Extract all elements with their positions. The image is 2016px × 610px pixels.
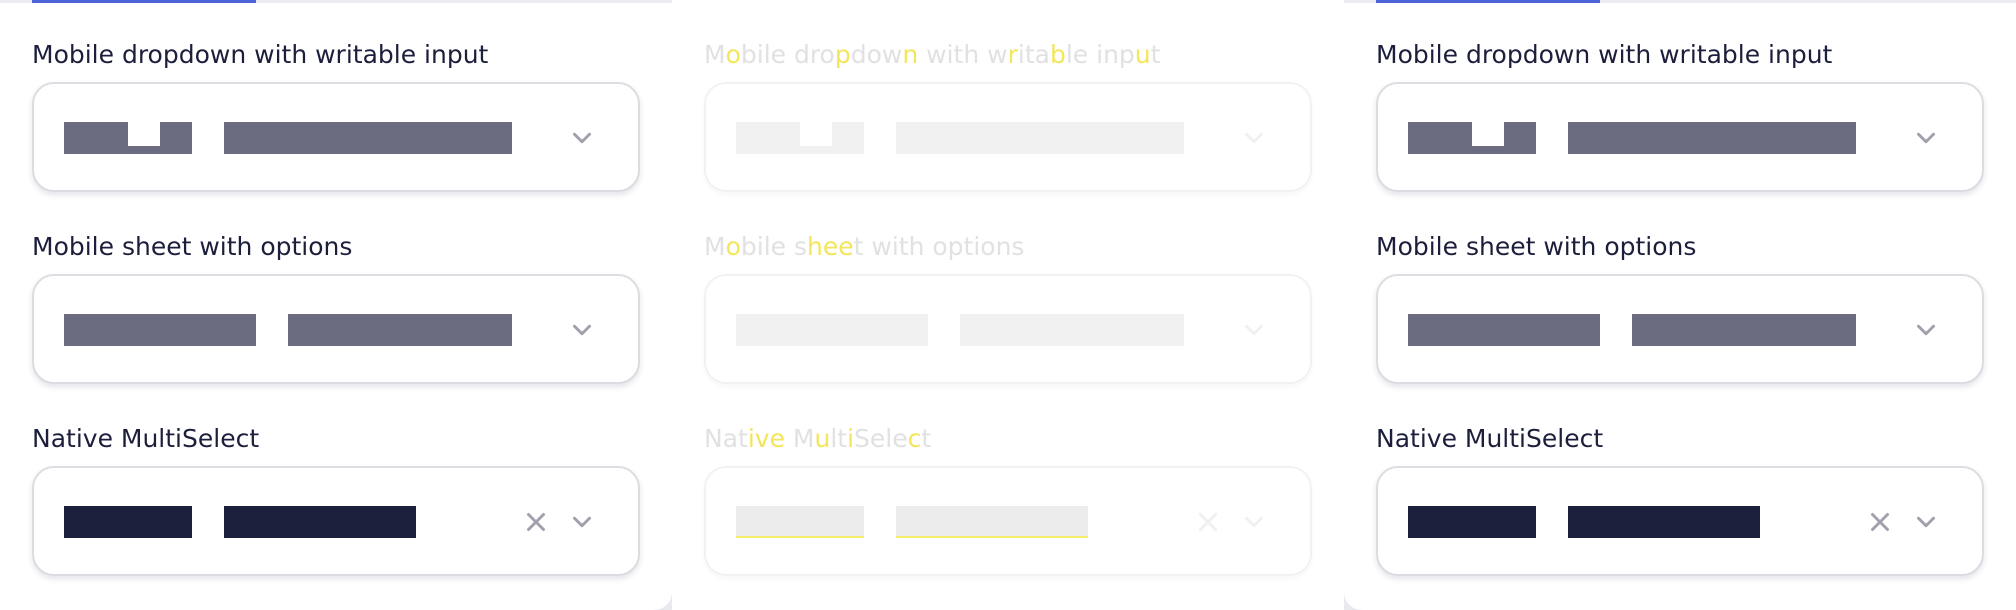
selected-tag[interactable] xyxy=(736,122,864,154)
selected-tag[interactable] xyxy=(1408,314,1600,346)
close-icon[interactable] xyxy=(1190,504,1226,540)
selected-tag[interactable] xyxy=(64,314,256,346)
native-multiselect-label: Native MultiSelect xyxy=(1376,424,1604,453)
native-multiselect[interactable] xyxy=(1376,466,1984,576)
mobile-sheet-select[interactable] xyxy=(32,274,640,384)
selected-tag[interactable] xyxy=(736,506,864,538)
native-multiselect[interactable] xyxy=(32,466,640,576)
panel-right: Mobile dropdown with writable input Mobi… xyxy=(1344,0,2016,610)
panel-middle-faded: Mobile dropdown with writable input Mobi… xyxy=(672,0,1344,610)
tab-indicator-track xyxy=(1344,0,2016,3)
mobile-sheet-label: Mobile sheet with options xyxy=(32,232,353,261)
mobile-sheet-select[interactable] xyxy=(1376,274,1984,384)
selected-tag[interactable] xyxy=(224,506,416,538)
selected-tag[interactable] xyxy=(1632,314,1856,346)
writable-dropdown[interactable] xyxy=(704,82,1312,192)
chevron-down-icon[interactable] xyxy=(1236,120,1272,156)
chevron-down-icon[interactable] xyxy=(564,120,600,156)
selected-tag[interactable] xyxy=(896,122,1184,154)
active-tab-indicator xyxy=(32,0,256,3)
writable-dropdown[interactable] xyxy=(32,82,640,192)
selected-tag[interactable] xyxy=(288,314,512,346)
selected-tag[interactable] xyxy=(896,506,1088,538)
chevron-down-icon[interactable] xyxy=(1908,312,1944,348)
selected-tag[interactable] xyxy=(1408,506,1536,538)
selected-tag[interactable] xyxy=(64,122,192,154)
selected-tag[interactable] xyxy=(736,314,928,346)
writable-dropdown-label: Mobile dropdown with writable input xyxy=(1376,40,1833,69)
tab-indicator-track xyxy=(0,0,672,3)
chevron-down-icon[interactable] xyxy=(1908,504,1944,540)
chevron-down-icon[interactable] xyxy=(564,504,600,540)
writable-dropdown[interactable] xyxy=(1376,82,1984,192)
active-tab-indicator xyxy=(1376,0,1600,3)
selected-tag[interactable] xyxy=(224,122,512,154)
native-multiselect[interactable] xyxy=(704,466,1312,576)
native-multiselect-label: Native MultiSelect xyxy=(704,424,932,453)
selected-tag[interactable] xyxy=(1568,506,1760,538)
close-icon[interactable] xyxy=(518,504,554,540)
native-multiselect-label: Native MultiSelect xyxy=(32,424,260,453)
mobile-sheet-label: Mobile sheet with options xyxy=(1376,232,1697,261)
selected-tag[interactable] xyxy=(64,506,192,538)
selected-tag[interactable] xyxy=(1568,122,1856,154)
writable-dropdown-label: Mobile dropdown with writable input xyxy=(32,40,489,69)
chevron-down-icon[interactable] xyxy=(564,312,600,348)
writable-dropdown-label: Mobile dropdown with writable input xyxy=(704,40,1161,69)
close-icon[interactable] xyxy=(1862,504,1898,540)
panel-left: Mobile dropdown with writable input Mobi… xyxy=(0,0,672,610)
mobile-sheet-select[interactable] xyxy=(704,274,1312,384)
mobile-sheet-label: Mobile sheet with options xyxy=(704,232,1025,261)
selected-tag[interactable] xyxy=(1408,122,1536,154)
chevron-down-icon[interactable] xyxy=(1236,312,1272,348)
chevron-down-icon[interactable] xyxy=(1908,120,1944,156)
selected-tag[interactable] xyxy=(960,314,1184,346)
chevron-down-icon[interactable] xyxy=(1236,504,1272,540)
